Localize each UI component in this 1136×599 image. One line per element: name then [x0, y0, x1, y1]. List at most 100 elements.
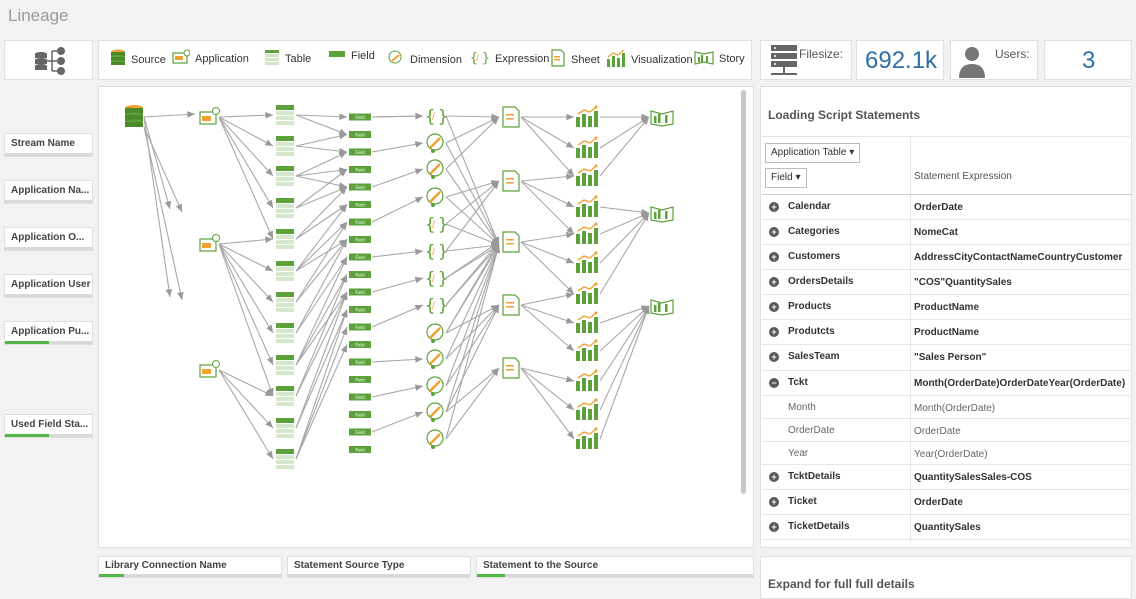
visualization-node[interactable] — [576, 222, 598, 245]
field-node[interactable]: Field — [349, 446, 371, 453]
story-node[interactable] — [650, 299, 674, 316]
dimension-node[interactable] — [426, 349, 444, 369]
visualization-node[interactable] — [576, 195, 598, 218]
expression-node[interactable]: {}/ — [425, 296, 448, 316]
filter-application-published[interactable]: Application Pu... — [4, 321, 93, 345]
table-row[interactable]: Year Year(OrderDate) — [762, 442, 1132, 465]
source-node[interactable] — [125, 105, 143, 127]
field-node[interactable]: Field — [349, 166, 371, 173]
field-node[interactable]: Field — [349, 341, 371, 348]
sheet-node[interactable] — [502, 231, 520, 253]
sheet-node[interactable] — [502, 170, 520, 192]
graph-scrollbar[interactable] — [741, 90, 746, 494]
field-node[interactable]: Field — [349, 271, 371, 278]
dimension-node[interactable] — [426, 402, 444, 422]
expand-icon[interactable]: + — [769, 252, 779, 262]
application-node[interactable] — [199, 107, 220, 125]
lineage-graph[interactable]: Field Field Field Field Field Field Field Field… — [99, 87, 753, 547]
expand-icon[interactable]: + — [769, 302, 779, 312]
filter-used-field-status[interactable]: Used Field Sta... — [4, 414, 93, 438]
visualization-node[interactable] — [576, 311, 598, 334]
field-node[interactable]: Field — [349, 323, 371, 331]
dimension-node[interactable] — [426, 323, 444, 343]
dimension-node[interactable] — [426, 159, 444, 179]
visualization-node[interactable] — [576, 105, 598, 128]
filter-library-connection-name[interactable]: Library Connection Name — [98, 556, 282, 578]
table-row[interactable]: + Produtcts ProductName — [762, 320, 1132, 345]
filter-stream-name[interactable]: Stream Name — [4, 133, 93, 157]
filter-application-user[interactable]: Application User — [4, 274, 93, 298]
table-node[interactable] — [276, 355, 294, 375]
field-node[interactable]: Field — [349, 393, 371, 401]
table-row[interactable]: Month Month(OrderDate) — [762, 396, 1132, 419]
dimension-node[interactable] — [426, 429, 444, 449]
story-node[interactable] — [650, 206, 674, 223]
table-node[interactable] — [276, 136, 294, 156]
visualization-node[interactable] — [576, 282, 598, 305]
visualization-node[interactable] — [576, 427, 598, 450]
table-node[interactable] — [276, 323, 294, 343]
field-node[interactable]: Field — [349, 131, 371, 138]
visualization-node[interactable] — [576, 136, 598, 159]
expand-icon[interactable]: + — [769, 497, 779, 507]
expression-node[interactable]: {}/ — [425, 107, 448, 127]
field-node[interactable]: Field — [349, 428, 371, 436]
field-node[interactable]: Field — [349, 253, 371, 261]
filter-application-name[interactable]: Application Na... — [4, 180, 93, 204]
expand-icon[interactable]: + — [769, 277, 779, 287]
field-node[interactable]: Field — [349, 148, 371, 156]
table-node[interactable] — [276, 166, 294, 186]
table-row[interactable]: − Tckt Month(OrderDate)OrderDateYear(Order… — [762, 371, 1132, 396]
sheet-node[interactable] — [502, 357, 520, 379]
table-node[interactable] — [276, 449, 294, 469]
field-node[interactable]: Field — [349, 376, 371, 383]
sheet-node[interactable] — [502, 106, 520, 128]
visualization-node[interactable] — [576, 398, 598, 421]
table-row[interactable]: + Customers AddressCityContactNameCountryC… — [762, 245, 1132, 270]
story-node[interactable] — [650, 110, 674, 127]
table-row[interactable]: + Ticket OrderDate — [762, 490, 1132, 515]
table-row[interactable]: + Products ProductName — [762, 295, 1132, 320]
field-node[interactable]: Field — [349, 411, 371, 418]
table-row[interactable]: + TcktDetails QuantitySalesSales-COS — [762, 465, 1132, 490]
expand-icon[interactable]: + — [769, 522, 779, 532]
field-node[interactable]: Field — [349, 236, 371, 243]
table-row[interactable]: + Categories NomeCat — [762, 220, 1132, 245]
table-row[interactable]: OrderDate OrderDate — [762, 419, 1132, 442]
table-node[interactable] — [276, 198, 294, 218]
table-node[interactable] — [276, 386, 294, 406]
application-node[interactable] — [199, 360, 220, 378]
dimension-node[interactable] — [426, 376, 444, 396]
field-dropdown[interactable]: Field ▾ — [765, 168, 807, 188]
table-node[interactable] — [276, 229, 294, 249]
dimension-node[interactable] — [426, 187, 444, 207]
dimension-node[interactable] — [426, 133, 444, 153]
table-node[interactable] — [276, 105, 294, 125]
sheet-node[interactable] — [502, 294, 520, 316]
expand-icon[interactable]: + — [769, 472, 779, 482]
expression-node[interactable]: {}/ — [425, 215, 448, 235]
expand-icon[interactable]: + — [769, 327, 779, 337]
table-row[interactable]: + OrdersDetails "COS"QuantitySales — [762, 270, 1132, 295]
table-row[interactable]: + SalesTeam "Sales Person" — [762, 345, 1132, 371]
visualization-node[interactable] — [576, 339, 598, 362]
filter-statement-to-source[interactable]: Statement to the Source — [476, 556, 754, 578]
table-node[interactable] — [276, 418, 294, 438]
expand-icon[interactable]: + — [769, 352, 779, 362]
table-node[interactable] — [276, 261, 294, 281]
application-table-dropdown[interactable]: Application Table ▾ — [765, 143, 861, 163]
expand-icon[interactable]: + — [769, 202, 779, 212]
field-node[interactable]: Field — [349, 306, 371, 313]
expression-node[interactable]: {}/ — [425, 269, 448, 289]
visualization-node[interactable] — [576, 164, 598, 187]
expression-node[interactable]: {}/ — [425, 242, 448, 262]
filter-statement-source-type[interactable]: Statement Source Type — [287, 556, 471, 578]
field-node[interactable]: Field — [349, 201, 371, 208]
visualization-node[interactable] — [576, 369, 598, 392]
expand-details-text[interactable]: Expand for full full details — [768, 577, 915, 591]
field-node[interactable]: Field — [349, 113, 371, 121]
table-row[interactable]: + Calendar OrderDate — [762, 195, 1132, 220]
field-node[interactable]: Field — [349, 218, 371, 226]
collapse-icon[interactable]: − — [769, 378, 779, 388]
table-row[interactable]: + TicketDetails QuantitySales — [762, 515, 1132, 540]
